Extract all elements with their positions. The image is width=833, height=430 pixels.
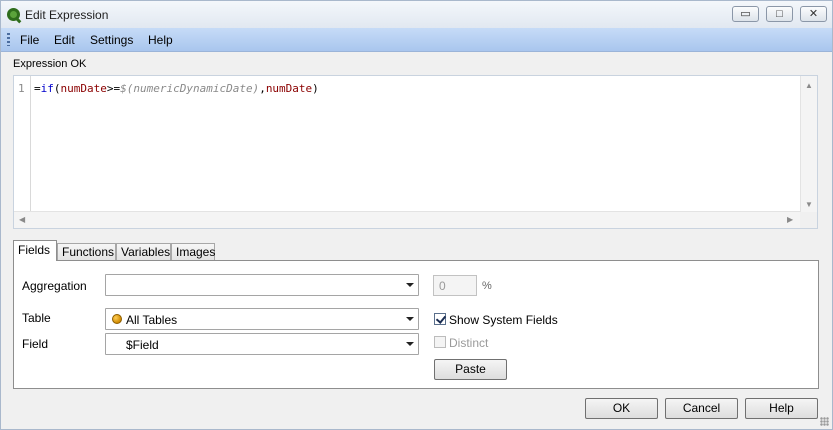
title-bar[interactable]: Edit Expression ▭ □ ✕ bbox=[1, 1, 832, 28]
percent-unit: % bbox=[482, 280, 492, 292]
aggregation-label: Aggregation bbox=[22, 279, 87, 293]
expression-status: Expression OK bbox=[13, 58, 87, 70]
close-icon: ✕ bbox=[808, 8, 819, 20]
vertical-scrollbar[interactable]: ▲ ▼ bbox=[800, 76, 817, 213]
close-button[interactable]: ✕ bbox=[800, 6, 827, 22]
maximize-button[interactable]: □ bbox=[766, 6, 793, 22]
field-label: Field bbox=[22, 337, 49, 351]
percent-value: 0 bbox=[439, 279, 446, 293]
qlikview-app-icon bbox=[7, 8, 20, 21]
ok-button[interactable]: OK bbox=[585, 398, 658, 419]
chevron-down-icon bbox=[406, 283, 414, 287]
code-token: >= bbox=[106, 82, 121, 95]
scroll-right-icon[interactable]: ▶ bbox=[787, 215, 793, 224]
menu-help[interactable]: Help bbox=[148, 33, 173, 47]
scroll-down-icon[interactable]: ▼ bbox=[805, 200, 813, 209]
table-value: All Tables bbox=[126, 313, 178, 327]
menu-bar: File Edit Settings Help bbox=[1, 28, 832, 52]
chevron-down-icon bbox=[406, 317, 414, 321]
distinct-label: Distinct bbox=[449, 336, 489, 350]
resize-grip-icon[interactable] bbox=[820, 417, 829, 426]
menu-edit[interactable]: Edit bbox=[54, 33, 75, 47]
chevron-down-icon bbox=[406, 342, 414, 346]
line-number: 1 bbox=[18, 82, 25, 95]
distinct-checkbox[interactable] bbox=[434, 336, 446, 348]
horizontal-scrollbar[interactable]: ◀ ▶ bbox=[14, 211, 801, 228]
field-dropdown[interactable]: $Field bbox=[105, 333, 419, 355]
tab-fields[interactable]: Fields bbox=[13, 240, 57, 261]
checkmark-icon bbox=[435, 313, 447, 324]
minimize-icon: ▭ bbox=[740, 8, 751, 20]
code-token: , bbox=[259, 82, 266, 95]
help-button[interactable]: Help bbox=[745, 398, 818, 419]
aggregation-dropdown[interactable] bbox=[105, 274, 419, 296]
minimize-button[interactable]: ▭ bbox=[732, 6, 759, 22]
scroll-up-icon[interactable]: ▲ bbox=[805, 81, 813, 90]
window-title: Edit Expression bbox=[25, 8, 109, 22]
table-label: Table bbox=[22, 311, 51, 325]
tab-functions[interactable]: Functions bbox=[57, 243, 116, 260]
line-number-gutter: 1 bbox=[14, 76, 31, 213]
percent-input[interactable]: 0 bbox=[433, 275, 477, 296]
maximize-icon: □ bbox=[776, 8, 783, 20]
expression-code[interactable]: =if(numDate>=$(numericDynamicDate),numDa… bbox=[34, 82, 319, 95]
menu-file[interactable]: File bbox=[20, 33, 39, 47]
table-icon bbox=[112, 314, 122, 324]
code-token-field: numDate bbox=[265, 82, 313, 95]
expression-editor[interactable]: 1 =if(numDate>=$(numericDynamicDate),num… bbox=[13, 75, 818, 229]
code-token-field: numDate bbox=[60, 82, 107, 95]
code-token-variable: $(numericDynamicDate) bbox=[120, 82, 260, 95]
field-value: $Field bbox=[126, 338, 159, 352]
table-dropdown[interactable]: All Tables bbox=[105, 308, 419, 330]
cancel-button[interactable]: Cancel bbox=[665, 398, 738, 419]
edit-expression-dialog: Edit Expression ▭ □ ✕ File Edit Settings… bbox=[0, 0, 833, 430]
scrollbar-corner bbox=[800, 212, 817, 228]
code-token: ( bbox=[53, 82, 61, 95]
show-system-fields-checkbox[interactable] bbox=[434, 313, 447, 325]
show-system-fields-label[interactable]: Show System Fields bbox=[449, 313, 558, 327]
code-token: ) bbox=[312, 82, 319, 95]
scroll-left-icon[interactable]: ◀ bbox=[19, 215, 25, 224]
tab-variables[interactable]: Variables bbox=[116, 243, 171, 260]
toolbar-grip-icon[interactable] bbox=[7, 33, 10, 46]
tab-images[interactable]: Images bbox=[171, 243, 215, 260]
code-token-keyword: if bbox=[40, 82, 54, 95]
menu-settings[interactable]: Settings bbox=[90, 33, 133, 47]
paste-button[interactable]: Paste bbox=[434, 359, 507, 380]
code-token: = bbox=[34, 82, 41, 95]
